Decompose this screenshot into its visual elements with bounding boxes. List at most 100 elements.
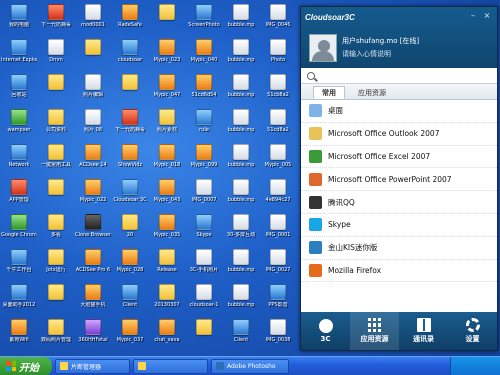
desktop-icon[interactable]: RadeSafe [112,4,148,38]
desktop-icon[interactable]: 照片编辑 [75,74,111,108]
desktop-icon[interactable]: Mypic_035 [149,214,185,248]
taskbar-task-2[interactable] [133,358,208,374]
desktop-icon[interactable]: bubble.mp [223,39,259,73]
desktop-icon[interactable]: IMG_0007 [186,179,222,213]
desktop-icon[interactable]: 照片 08 [75,109,111,143]
desktop-icon[interactable]: Mypic_043 [149,179,185,213]
footer-button-contacts[interactable]: 通讯录 [399,312,448,350]
search-input[interactable] [319,72,489,79]
app-list-item[interactable]: 桌面 [301,100,497,123]
desktop-icon[interactable]: 我的电脑 [1,4,37,38]
app-list-item[interactable]: 金山KIS迷你版 [301,237,497,260]
system-tray[interactable] [450,356,500,375]
desktop-icon[interactable]: bubble.mp [223,144,259,178]
desktop-icon[interactable]: Mypic_099 [186,144,222,178]
desktop-icon[interactable]: 下一代防病毒 [112,109,148,143]
desktop-icon[interactable] [38,179,74,213]
footer-button-apps[interactable]: 应用资源 [350,312,399,350]
app-list-item[interactable]: 腾讯QQ [301,191,497,214]
desktop-icon[interactable]: Mypic_018 [149,144,185,178]
desktop-icon[interactable]: cloudsoar [112,39,148,73]
desktop-icon[interactable]: Mypic_023 [149,39,185,73]
desktop-icon[interactable]: Mypic_047 [149,74,185,108]
desktop-icon[interactable] [149,4,185,38]
desktop-icon[interactable]: bubble.mp [223,4,259,38]
desktop-icon[interactable]: IMG_0046 [260,4,296,38]
avatar[interactable] [309,34,337,62]
desktop-icon[interactable]: PPS影音 [260,284,296,318]
desktop-icon[interactable]: 多看 [38,214,74,248]
desktop-icon[interactable]: wampser [1,109,37,143]
desktop-icon[interactable]: 3C-手机照片 [186,249,222,283]
minimize-button[interactable]: – [467,11,479,21]
desktop-icon[interactable]: 20 [112,214,148,248]
desktop-icon[interactable]: chat_sava [149,319,185,353]
desktop-icon[interactable]: IMG_0027 [260,249,296,283]
desktop-icon[interactable]: 360HHFetal [75,319,111,353]
desktop-icon[interactable]: Cloudsoar 3C [112,179,148,213]
desktop-icon[interactable]: 51cd8a2 [260,109,296,143]
app-list-item[interactable]: Microsoft Office Outlook 2007 [301,123,497,146]
desktop-icon[interactable]: 下一代防病毒 [38,4,74,38]
desktop-icon[interactable]: Mypic_005 [260,144,296,178]
desktop-icon[interactable]: Internet Explorer [1,39,37,73]
desktop-icon[interactable]: 一键常用工具 [38,144,74,178]
desktop-icon[interactable]: Clone Browser [75,214,111,248]
desktop-icon[interactable]: 20130307 [149,284,185,318]
desktop-icon[interactable] [186,319,222,353]
mood-input[interactable]: 请输入心情说明 [342,49,391,59]
desktop-icon[interactable]: 51cb8a2 [260,74,296,108]
desktop-icon[interactable]: 51cd6d54 [186,74,222,108]
desktop-icon[interactable] [75,39,111,73]
desktop-icon[interactable]: Client [112,284,148,318]
desktop-icon[interactable]: 4e894c27 [260,179,296,213]
close-button[interactable]: × [481,11,493,21]
desktop-icon[interactable]: bubble.mp [223,284,259,318]
desktop-icon[interactable] [112,74,148,108]
footer-button-settings[interactable]: 设置 [448,312,497,350]
app-list-item[interactable]: Microsoft Office Excel 2007 [301,146,497,169]
desktop-icon[interactable]: bubble.mp [223,74,259,108]
taskbar-task-3[interactable]: Adobe Photosho [211,358,289,374]
footer-button-chat[interactable]: 3C [301,312,350,350]
desktop-icon[interactable]: Mypic_040 [186,39,222,73]
desktop-icon[interactable]: Dmm [38,39,74,73]
desktop-icon[interactable]: APP管理 [1,179,37,213]
desktop-icon[interactable]: Network [1,144,37,178]
desktop-icon[interactable]: 大脸猫手机 [75,284,111,318]
desktop-icon[interactable]: ACDSee Pro 6 [75,249,111,283]
desktop-icon[interactable]: ACDsee 14 [75,144,111,178]
desktop-icon[interactable]: bubble.mp [223,179,259,213]
desktop-icon[interactable]: 公司资料 [38,109,74,143]
desktop-icon[interactable]: 数码照片管理 [38,319,74,353]
tab-app-resources[interactable]: 应用资源 [349,86,395,99]
start-button[interactable]: 开始 [0,356,52,375]
desktop-icon[interactable]: 照片素材 [149,109,185,143]
desktop-icon[interactable]: bubble.mp [223,249,259,283]
desktop-icon[interactable]: 紫苑Wifi [1,319,37,353]
desktop-icon[interactable]: rule [186,109,222,143]
desktop-icon[interactable]: Mypic_022 [75,179,111,213]
desktop-icon[interactable]: bubble.mp [223,109,259,143]
desktop-icon[interactable]: IMG_0038 [260,319,296,353]
app-list-item[interactable]: Mozilla Firefox [301,260,497,283]
desktop-icon[interactable]: cloudsoar-1 [186,284,222,318]
app-list-item[interactable]: Microsoft Office PowerPoint 2007 [301,168,497,192]
app-list-item[interactable]: Skype [301,214,497,237]
taskbar-task-1[interactable]: 片断管理器 [55,358,130,374]
desktop-icon[interactable]: Mypic_028 [112,249,148,283]
desktop-icon[interactable]: ShowVidz [112,144,148,178]
desktop-icon[interactable]: ScreenPhoto [186,4,222,38]
desktop-icon[interactable]: 回收站 [1,74,37,108]
desktop-icon[interactable]: IMG_0001 [260,214,296,248]
desktop-icon[interactable]: Mypic_037 [112,319,148,353]
desktop-icon[interactable]: Jotx运行 [38,249,74,283]
desktop-icon[interactable]: 30-多屏互动 [223,214,259,248]
desktop-icon[interactable]: Skype [186,214,222,248]
tab-common[interactable]: 常用 [313,86,345,99]
desktop-icon[interactable]: Client [223,319,259,353]
desktop-icon[interactable] [38,284,74,318]
desktop-icon[interactable] [38,74,74,108]
desktop-icon[interactable]: mod0001 [75,4,111,38]
desktop-icon[interactable]: Google Chrome [1,214,37,248]
